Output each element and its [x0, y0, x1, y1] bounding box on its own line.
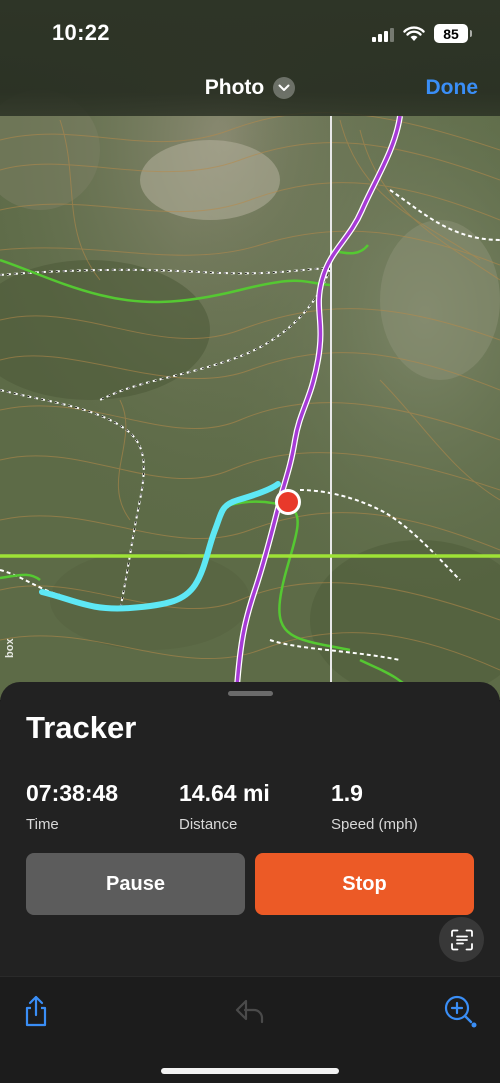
wifi-icon	[403, 25, 425, 41]
home-indicator	[161, 1068, 339, 1074]
current-location-marker	[278, 492, 298, 512]
sheet-title: Tracker	[26, 710, 137, 745]
stat-speed-label: Speed (mph)	[331, 816, 418, 833]
stat-speed: 1.9 Speed (mph)	[331, 780, 418, 833]
map-attribution: box	[4, 638, 16, 658]
stat-time-label: Time	[26, 816, 59, 833]
status-icons: 85	[372, 24, 472, 43]
tracker-sheet: Tracker 07:38:48 Time 14.64 mi Distance …	[0, 682, 500, 976]
stat-distance-value: 14.64 mi	[179, 780, 270, 806]
nav-bar: Photo Done	[0, 64, 500, 116]
sheet-grabber[interactable]	[228, 691, 273, 696]
cellular-signal-icon	[372, 26, 394, 42]
scan-text-icon	[450, 929, 473, 950]
battery-level: 85	[443, 25, 459, 42]
stat-time-value: 07:38:48	[26, 780, 119, 806]
stat-speed-value: 1.9	[331, 780, 363, 806]
scan-text-button[interactable]	[439, 917, 484, 962]
pause-button[interactable]: Pause	[26, 853, 245, 915]
bottom-toolbar	[0, 976, 500, 1083]
share-icon	[25, 995, 47, 1027]
stat-time: 07:38:48 Time	[26, 780, 118, 833]
status-bar: 10:22 85	[0, 0, 500, 64]
done-button[interactable]: Done	[426, 76, 479, 100]
status-time: 10:22	[52, 20, 110, 45]
stat-distance-label: Distance	[179, 816, 238, 833]
undo-icon	[235, 999, 264, 1024]
nav-title: Photo	[204, 76, 265, 99]
stop-button[interactable]: Stop	[255, 853, 474, 915]
undo-button[interactable]	[233, 994, 267, 1028]
zoom-add-icon	[444, 995, 477, 1028]
stat-distance: 14.64 mi Distance	[179, 780, 270, 833]
zoom-add-button[interactable]	[443, 994, 477, 1028]
battery-icon: 85	[434, 24, 472, 43]
share-button[interactable]	[19, 994, 53, 1028]
chevron-down-icon	[273, 77, 296, 99]
